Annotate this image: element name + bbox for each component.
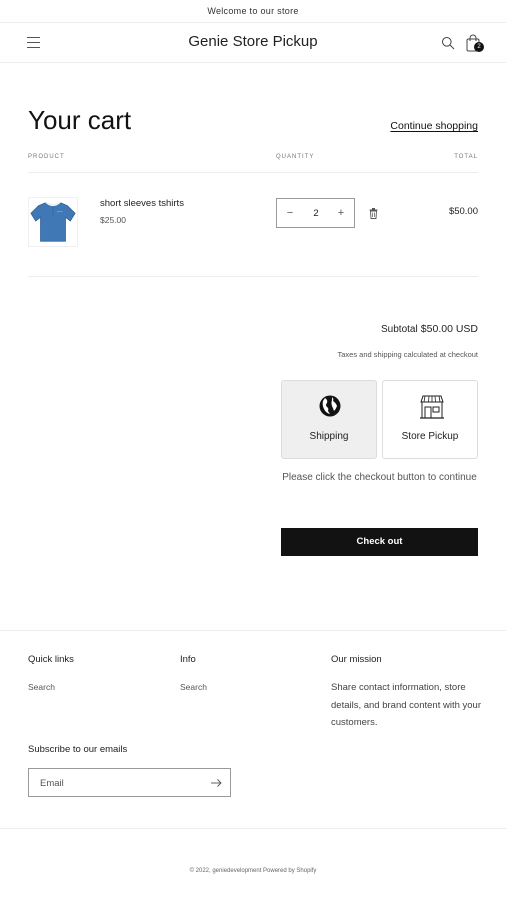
product-name[interactable]: short sleeves tshirts	[100, 198, 184, 209]
store-pickup-option[interactable]: Store Pickup	[382, 380, 478, 459]
checkout-button[interactable]: Check out	[281, 528, 478, 556]
footer-heading-quick-links: Quick links	[28, 654, 74, 665]
trash-icon[interactable]	[369, 208, 378, 219]
site-title-wrap: Genie Store Pickup	[0, 33, 506, 50]
subscribe-heading: Subscribe to our emails	[28, 744, 128, 755]
increase-quantity-button[interactable]: +	[334, 205, 348, 221]
search-icon[interactable]	[441, 36, 455, 50]
subtotal-label: Subtotal	[381, 324, 418, 335]
subtotal-value: $50.00 USD	[420, 323, 478, 335]
globe-icon	[319, 395, 341, 417]
blue-polo-shirt-icon	[30, 201, 76, 242]
footer-link-search[interactable]: Search	[180, 682, 207, 692]
line-item-total: $50.00	[448, 206, 478, 217]
decrease-quantity-button[interactable]: −	[283, 205, 297, 221]
divider	[28, 172, 478, 173]
column-header-quantity: QUANTITY	[276, 154, 315, 160]
divider	[0, 828, 506, 829]
product-image[interactable]	[28, 197, 78, 247]
footer-heading-mission: Our mission	[331, 654, 382, 665]
quantity-stepper: − +	[276, 198, 355, 228]
cart-count-badge: 2	[474, 42, 484, 52]
site-header: Genie Store Pickup 2	[0, 24, 506, 63]
footer-heading-info: Info	[180, 654, 196, 665]
store-icon	[420, 395, 444, 419]
page-title: Your cart	[28, 105, 132, 135]
divider	[28, 276, 478, 277]
divider	[0, 630, 506, 631]
announcement-bar: Welcome to our store	[0, 0, 506, 23]
shipping-option-label: Shipping	[309, 431, 349, 442]
menu-icon[interactable]	[27, 37, 40, 49]
email-field	[28, 768, 231, 797]
email-input[interactable]	[40, 776, 200, 790]
checkout-message: Please click the checkout button to cont…	[282, 472, 477, 483]
mission-text: Share contact information, store details…	[331, 682, 481, 728]
product-price: $25.00	[100, 215, 126, 225]
copyright: © 2022, geniedevelopment Powered by Shop…	[189, 868, 317, 874]
continue-shopping-link[interactable]: Continue shopping	[390, 120, 478, 132]
arrow-right-icon[interactable]	[210, 777, 222, 789]
shipping-option[interactable]: Shipping	[281, 380, 377, 459]
store-pickup-option-label: Store Pickup	[401, 431, 459, 442]
column-header-total: TOTAL	[454, 154, 478, 160]
footer-link-search[interactable]: Search	[28, 682, 55, 692]
quantity-input[interactable]	[301, 205, 331, 221]
column-header-product: PRODUCT	[28, 154, 65, 160]
cart-button[interactable]: 2	[466, 34, 484, 54]
site-title[interactable]: Genie Store Pickup	[188, 33, 317, 50]
tax-note: Taxes and shipping calculated at checkou…	[337, 350, 478, 359]
